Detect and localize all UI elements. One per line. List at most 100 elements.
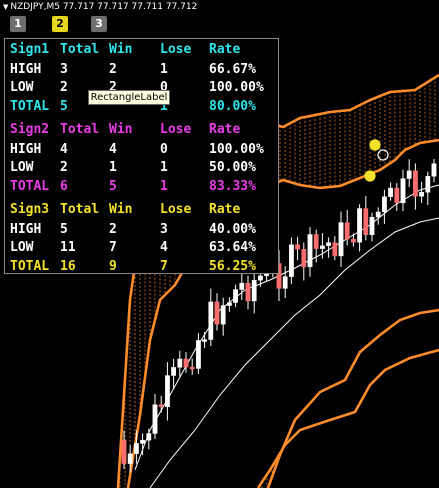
stat-win: 2 [109, 221, 117, 237]
symbol-quote: NZDJPY,M5 77.717 77.717 77.711 77.712 [10, 2, 198, 12]
candle-body [289, 244, 294, 277]
collapse-triangle-icon[interactable]: ▼ [3, 3, 8, 11]
stat-total: 11 [60, 240, 76, 255]
stat-lose: 1 [160, 160, 168, 175]
column-header: Rate [209, 202, 241, 217]
stat-label: HIGH [10, 61, 42, 77]
candle-body [146, 433, 152, 441]
yellow-signal-icon [364, 170, 376, 182]
candle-body [208, 301, 214, 340]
stat-total: 5 [60, 221, 68, 237]
stat-win: 9 [109, 258, 117, 274]
stat-label: TOTAL [10, 98, 50, 114]
stat-rate: 100.00% [209, 141, 264, 157]
stat-total: 6 [60, 178, 68, 194]
candle-body [375, 211, 381, 218]
yellow-signal-icon [369, 139, 381, 151]
candle-body [419, 192, 424, 197]
candle-body [295, 244, 300, 250]
candle-body [406, 170, 412, 179]
candle-body [233, 289, 238, 303]
candle-body [220, 305, 226, 325]
candle-body [326, 242, 331, 247]
candle-body [239, 282, 245, 290]
stat-total: 2 [60, 160, 68, 175]
stat-label: TOTAL [10, 178, 50, 194]
smiley-signal-icon [377, 149, 389, 161]
column-header: Lose [160, 202, 192, 217]
stat-rate: 40.00% [209, 221, 256, 237]
column-header: Win [109, 122, 133, 137]
candle-body [251, 279, 257, 302]
candle-body [171, 367, 176, 376]
candle-body [258, 275, 263, 281]
stat-total: 4 [60, 141, 68, 157]
candle-body [245, 282, 251, 302]
tab-2-label: 2 [56, 17, 64, 30]
stat-label: TOTAL [10, 258, 50, 274]
stat-lose: 7 [160, 258, 168, 274]
stat-label: HIGH [10, 221, 42, 237]
section-name: Sign3 [10, 202, 50, 217]
column-header: Total [60, 42, 100, 57]
stat-total: 2 [60, 80, 68, 95]
candle-body [127, 453, 133, 464]
column-header: Win [109, 42, 133, 57]
column-header: Rate [209, 122, 241, 137]
stat-label: LOW [10, 160, 34, 175]
candle-body [320, 245, 325, 249]
column-header: Total [60, 122, 100, 137]
candle-body [332, 242, 338, 257]
tab-1[interactable]: 1 [10, 16, 26, 32]
candle-body [140, 439, 145, 444]
section-name: Sign1 [10, 42, 50, 57]
column-header: Lose [160, 42, 192, 57]
candle-body [313, 234, 319, 249]
candle-body [195, 340, 201, 369]
stat-label: LOW [10, 240, 34, 255]
candle-body [133, 443, 139, 454]
stat-total: 16 [60, 258, 76, 274]
stat-win: 7 [109, 240, 117, 255]
tab-1-label: 1 [14, 17, 22, 30]
stat-win: 2 [109, 61, 117, 77]
candle-body [388, 187, 393, 197]
stat-label: LOW [10, 80, 34, 95]
tab-3-label: 3 [95, 17, 103, 30]
candle-body [307, 234, 313, 268]
chart-header: ▼ NZDJPY,M5 77.717 77.717 77.711 77.712 [3, 2, 197, 12]
stat-rate: 56.25% [209, 258, 256, 274]
stat-rate: 50.00% [209, 160, 256, 175]
stat-win: 4 [109, 141, 117, 157]
stat-win: 1 [109, 160, 117, 175]
candle-body [158, 404, 164, 408]
stat-lose: 4 [160, 240, 168, 255]
candle-body [400, 178, 406, 204]
stat-lose: 1 [160, 61, 168, 77]
column-header: Rate [209, 42, 241, 57]
candle-body [282, 276, 288, 289]
stat-rate: 80.00% [209, 98, 256, 114]
stat-label: HIGH [10, 141, 42, 157]
candle-body [177, 358, 183, 368]
candle-body [152, 404, 158, 434]
candle-body [214, 301, 220, 325]
stat-rate: 100.00% [209, 80, 264, 95]
stat-win: 5 [109, 178, 117, 194]
candle-body [226, 302, 232, 306]
column-header: Win [109, 202, 133, 217]
column-header: Lose [160, 122, 192, 137]
candle-body [202, 339, 207, 342]
tab-2[interactable]: 2 [52, 16, 68, 32]
tab-3[interactable]: 3 [91, 16, 107, 32]
stat-lose: 0 [160, 141, 168, 157]
band-line-2 [266, 308, 439, 488]
rectangle-label-tooltip: RectangleLabel [88, 90, 170, 105]
candle-body [363, 208, 369, 235]
candle-body [425, 176, 431, 193]
statistics-panel: Sign1 Total Win Lose Rate HIGH 3 2 1 66.67% LOW 2 2 0… [4, 38, 279, 274]
stat-lose: 3 [160, 221, 168, 237]
stat-total: 5 [60, 98, 68, 114]
candle-body [369, 216, 375, 235]
candle-body [431, 163, 437, 177]
